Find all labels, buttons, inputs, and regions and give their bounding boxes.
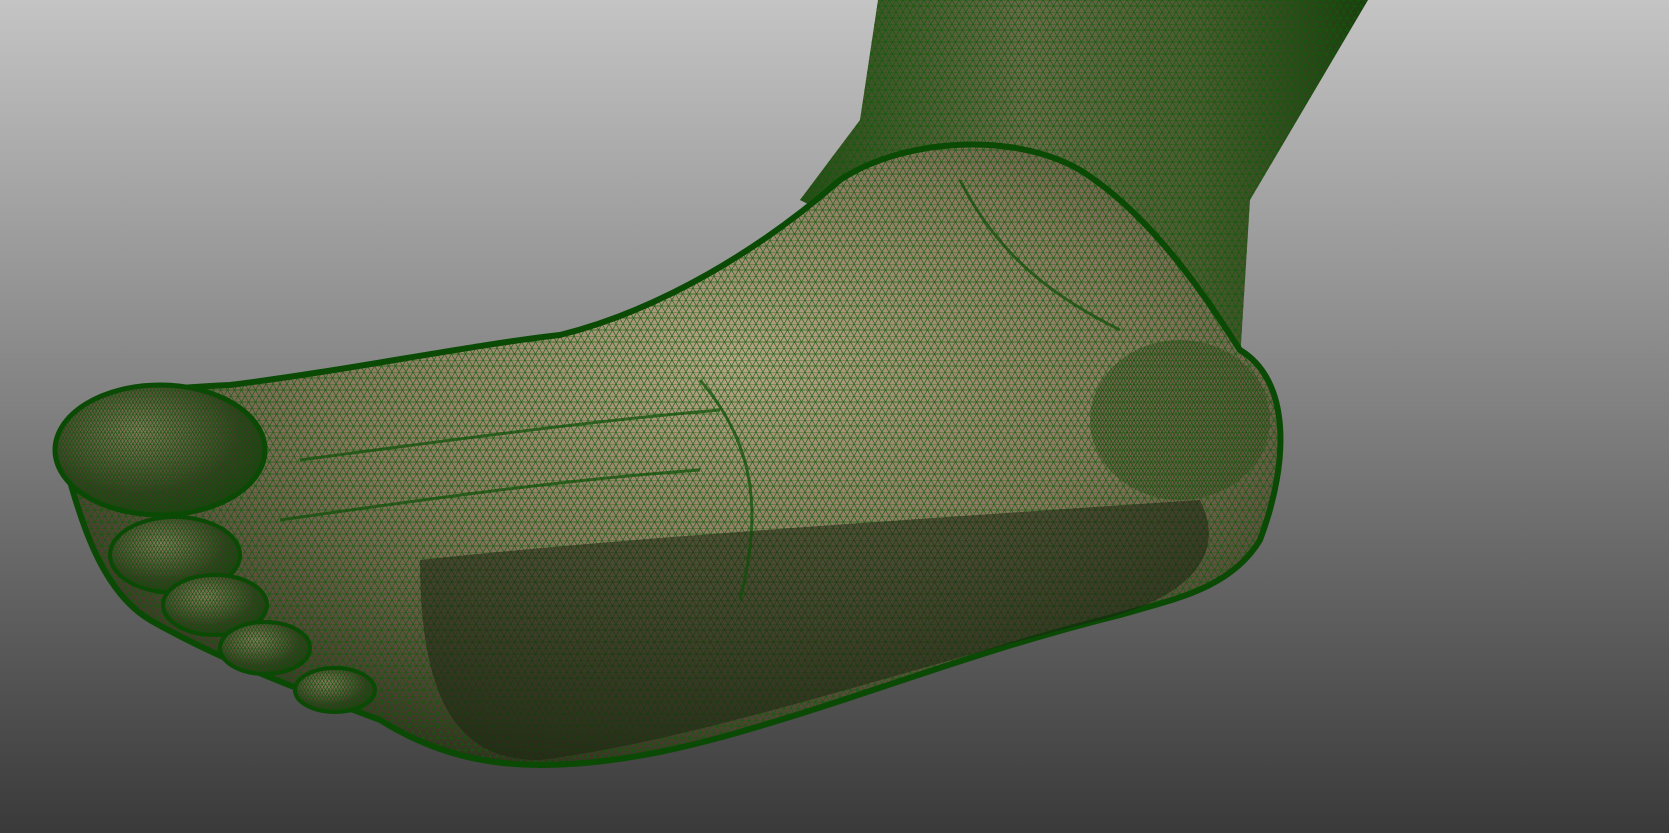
toe-5 — [293, 666, 377, 714]
foot-mesh-model[interactable] — [0, 0, 1669, 833]
big-toe — [52, 382, 268, 518]
toe-4 — [218, 620, 312, 676]
3d-viewport[interactable] — [0, 0, 1669, 833]
